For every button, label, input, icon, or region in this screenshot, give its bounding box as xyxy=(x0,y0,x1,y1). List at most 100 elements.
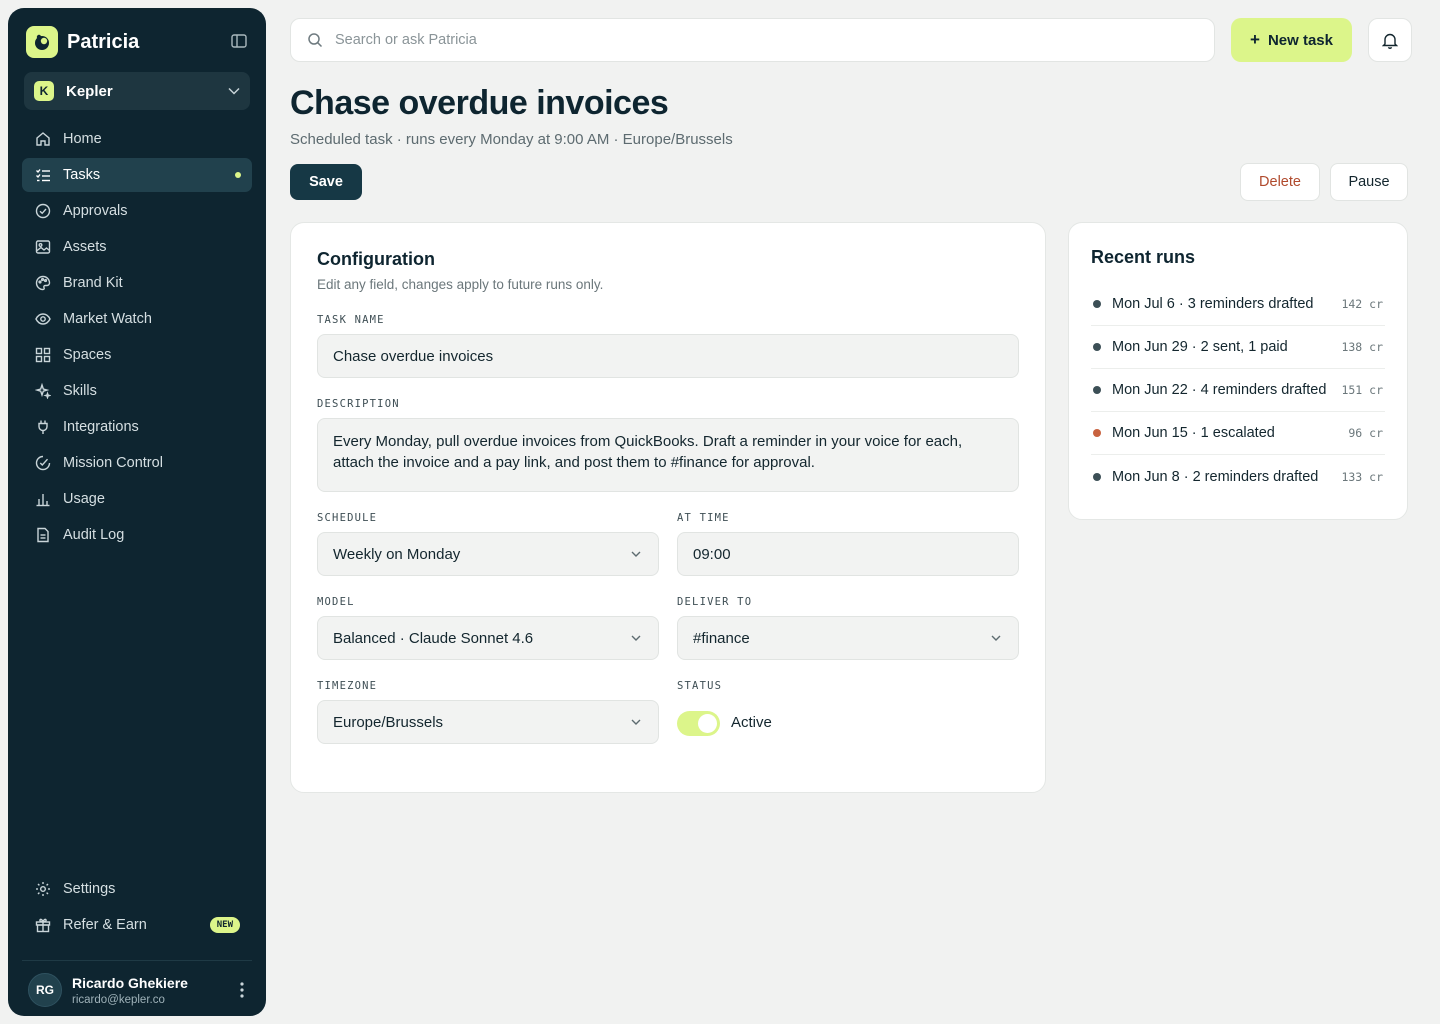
list-item[interactable]: Mon Jun 22 · 4 reminders drafted 151 cr xyxy=(1091,369,1385,412)
brand[interactable]: Patricia xyxy=(26,26,139,58)
workspace-badge: K xyxy=(34,81,54,101)
eye-icon xyxy=(34,311,51,328)
run-summary: Mon Jun 22 · 4 reminders drafted xyxy=(1112,382,1327,398)
model-value: Balanced · Claude Sonnet 4.6 xyxy=(333,629,534,647)
sidebar-item-integrations[interactable]: Integrations xyxy=(22,410,252,444)
search-input[interactable] xyxy=(335,32,1195,48)
palette-icon xyxy=(34,275,51,292)
sidebar-item-usage[interactable]: Usage xyxy=(22,482,252,516)
sidebar-item-audit-log[interactable]: Audit Log xyxy=(22,518,252,552)
deliver-to-select[interactable]: #finance xyxy=(677,616,1019,660)
sidebar-item-label: Integrations xyxy=(63,419,139,435)
status-dot xyxy=(1093,343,1101,351)
sidebar-item-skills[interactable]: Skills xyxy=(22,374,252,408)
time-field[interactable]: 09:00 xyxy=(677,532,1019,576)
sidebar-item-label: Usage xyxy=(63,491,105,507)
sidebar-item-label: Skills xyxy=(63,383,97,399)
run-summary: Mon Jun 29 · 2 sent, 1 paid xyxy=(1112,339,1288,355)
search-bar[interactable] xyxy=(290,18,1215,62)
new-task-label: New task xyxy=(1267,31,1333,49)
sidebar-item-label: Market Watch xyxy=(63,311,152,327)
user-name: Ricardo Ghekiere xyxy=(72,974,188,991)
gear-icon xyxy=(34,881,51,898)
list-item[interactable]: Mon Jun 15 · 1 escalated 96 cr xyxy=(1091,412,1385,455)
run-cost: 151 cr xyxy=(1341,383,1383,397)
sidebar-item-label: Brand Kit xyxy=(63,275,123,291)
run-summary: Mon Jul 6 · 3 reminders drafted xyxy=(1112,296,1314,312)
timezone-value: Europe/Brussels xyxy=(333,713,444,731)
sidebar-item-home[interactable]: Home xyxy=(22,122,252,156)
configuration-card: Configuration Edit any field, changes ap… xyxy=(290,222,1046,793)
schedule-select[interactable]: Weekly on Monday xyxy=(317,532,659,576)
user-info: Ricardo Ghekiere ricardo@kepler.co xyxy=(72,975,232,1006)
bottom-nav: Settings Refer & Earn NEW xyxy=(22,872,252,944)
list-item[interactable]: Mon Jun 8 · 2 reminders drafted 133 cr xyxy=(1091,455,1385,498)
new-task-button[interactable]: + New task xyxy=(1231,18,1352,62)
status-value: Active xyxy=(731,714,772,731)
run-summary: Mon Jun 8 · 2 reminders drafted xyxy=(1112,468,1319,485)
page-title: Chase overdue invoices xyxy=(290,84,669,122)
more-vertical-icon[interactable] xyxy=(232,978,252,1002)
gauge-icon xyxy=(34,455,51,472)
sidebar-item-label: Mission Control xyxy=(63,455,163,471)
sidebar: Patricia K Kepler Home Tasks Approvals A… xyxy=(8,8,266,1016)
pause-button[interactable]: Pause xyxy=(1330,163,1408,201)
sidebar-item-label: Assets xyxy=(63,239,107,255)
sidebar-item-market-watch[interactable]: Market Watch xyxy=(22,302,252,336)
delete-button[interactable]: Delete xyxy=(1240,163,1320,201)
save-button[interactable]: Save xyxy=(290,164,362,200)
workspace-name: Kepler xyxy=(66,82,113,100)
sidebar-item-brand-kit[interactable]: Brand Kit xyxy=(22,266,252,300)
description-field[interactable]: Every Monday, pull overdue invoices from… xyxy=(317,418,1019,492)
sidebar-item-label: Home xyxy=(63,131,102,147)
bell-icon xyxy=(1382,33,1398,49)
sidebar-item-label: Spaces xyxy=(63,347,112,363)
new-badge: NEW xyxy=(209,917,240,933)
image-icon xyxy=(34,239,51,256)
list-item[interactable]: Mon Jul 6 · 3 reminders drafted 142 cr xyxy=(1091,283,1385,326)
chevron-down-icon xyxy=(228,87,240,95)
chevron-down-icon xyxy=(631,635,641,641)
status-dot-escalated xyxy=(1093,429,1101,437)
sidebar-toggle-icon[interactable] xyxy=(229,31,249,51)
grid-icon xyxy=(34,347,51,364)
list-item[interactable]: Mon Jun 29 · 2 sent, 1 paid 138 cr xyxy=(1091,326,1385,369)
run-cost: 96 cr xyxy=(1348,426,1383,440)
run-cost: 138 cr xyxy=(1341,340,1383,354)
run-cost: 133 cr xyxy=(1341,469,1383,484)
sidebar-item-settings[interactable]: Settings xyxy=(22,872,252,906)
sidebar-item-tasks[interactable]: Tasks xyxy=(22,158,252,192)
page-subtitle: Scheduled task · runs every Monday at 9:… xyxy=(290,131,733,148)
model-label: MODEL xyxy=(317,596,355,608)
timezone-label: TIMEZONE xyxy=(317,680,378,692)
sidebar-item-label: Settings xyxy=(63,881,116,897)
task-name-field[interactable]: Chase overdue invoices xyxy=(317,334,1019,378)
run-cost: 142 cr xyxy=(1341,297,1383,311)
chevron-down-icon xyxy=(991,635,1001,641)
sidebar-divider xyxy=(22,960,252,961)
avatar: RG xyxy=(28,973,62,1007)
sidebar-item-spaces[interactable]: Spaces xyxy=(22,338,252,372)
timezone-select[interactable]: Europe/Brussels xyxy=(317,700,659,744)
sidebar-item-assets[interactable]: Assets xyxy=(22,230,252,264)
notifications-button[interactable] xyxy=(1368,18,1412,62)
gift-icon xyxy=(34,917,51,934)
sidebar-item-approvals[interactable]: Approvals xyxy=(22,194,252,228)
schedule-value: Weekly on Monday xyxy=(333,545,461,563)
user-profile[interactable]: RG Ricardo Ghekiere ricardo@kepler.co xyxy=(28,966,258,1014)
sidebar-item-mission-control[interactable]: Mission Control xyxy=(22,446,252,480)
status-label: STATUS xyxy=(677,680,723,692)
sidebar-item-label: Tasks xyxy=(63,167,101,183)
description-label: DESCRIPTION xyxy=(317,398,400,410)
model-select[interactable]: Balanced · Claude Sonnet 4.6 xyxy=(317,616,659,660)
brand-logo-icon xyxy=(26,26,58,58)
plus-icon: + xyxy=(1250,30,1260,49)
workspace-switcher[interactable]: K Kepler xyxy=(24,72,250,110)
check-circle-icon xyxy=(34,203,51,220)
main-nav: Home Tasks Approvals Assets Brand Kit Ma… xyxy=(22,122,252,554)
sidebar-item-refer-earn[interactable]: Refer & Earn NEW xyxy=(22,908,252,942)
recent-runs-card: Recent runs Mon Jul 6 · 3 reminders draf… xyxy=(1068,222,1408,520)
sparkle-icon xyxy=(34,383,51,400)
brand-name: Patricia xyxy=(67,30,140,53)
status-toggle[interactable] xyxy=(677,711,720,736)
